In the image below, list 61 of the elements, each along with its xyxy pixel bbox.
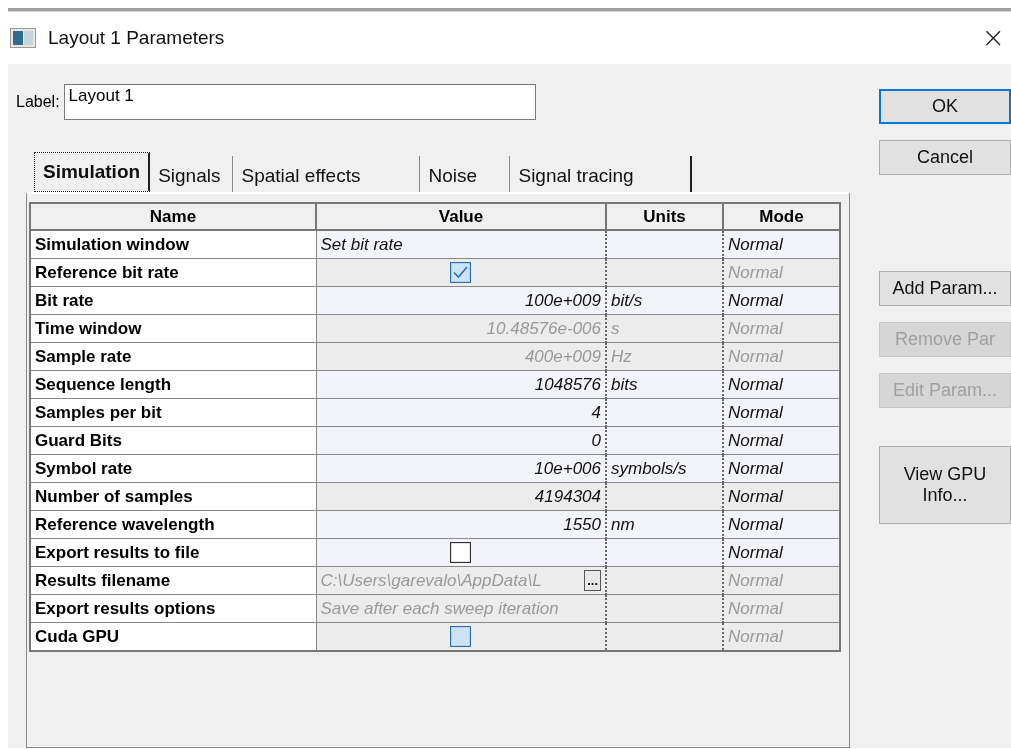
window-icon <box>10 28 36 48</box>
table-cell: Export results options <box>30 594 316 623</box>
dialog-button[interactable]: View GPU Info... <box>879 446 1011 524</box>
table-cell: Cuda GPU <box>30 622 316 651</box>
path-text: C:\Users\garevalo\AppData\L <box>320 570 542 591</box>
value-cell[interactable]: 1048576 <box>316 370 606 399</box>
value-cell[interactable]: 4194304 <box>316 482 606 511</box>
label-field[interactable]: Layout 1 <box>63 84 536 120</box>
table-cell: Normal <box>723 454 840 483</box>
table-cell: Reference bit rate <box>30 258 316 287</box>
table-cell: Export results to file <box>30 538 316 567</box>
table-cell: nm <box>606 510 723 539</box>
table-cell: Normal <box>723 342 840 371</box>
table-cell: Results filename <box>30 566 316 595</box>
column-header: Name <box>30 203 316 230</box>
table-cell: Normal <box>723 426 840 455</box>
table-cell: bit/s <box>606 286 723 315</box>
table-cell: Time window <box>30 314 316 343</box>
window-title: Layout 1 Parameters <box>48 27 225 49</box>
table-cell: bits <box>606 370 723 399</box>
column-header: Mode <box>723 203 840 230</box>
table-cell: s <box>606 314 723 343</box>
table-cell: Normal <box>723 230 840 259</box>
table-cell: Normal <box>723 370 840 399</box>
table-cell: Normal <box>723 538 840 567</box>
table-cell: Sample rate <box>30 342 316 371</box>
value-cell[interactable]: Set bit rate <box>316 230 606 259</box>
checkbox-cell[interactable] <box>316 538 606 567</box>
table-cell: Sequence length <box>30 370 316 399</box>
table-cell: Normal <box>723 286 840 315</box>
checkbox[interactable] <box>450 542 472 563</box>
close-button[interactable]: × <box>975 24 1011 52</box>
value-cell[interactable]: 1550 <box>316 510 606 539</box>
dialog-button[interactable]: Add Param... <box>879 271 1011 306</box>
table-cell: Normal <box>723 594 840 623</box>
table-cell: Number of samples <box>30 482 316 511</box>
table-cell: Samples per bit <box>30 398 316 427</box>
column-header: Value <box>316 203 606 230</box>
table-cell: Bit rate <box>30 286 316 315</box>
table-cell: Guard Bits <box>30 426 316 455</box>
column-header: Units <box>606 203 723 230</box>
table-cell: Hz <box>606 342 723 371</box>
value-cell[interactable]: 4 <box>316 398 606 427</box>
table-cell: Simulation window <box>30 230 316 259</box>
dialog-button[interactable]: Cancel <box>879 140 1011 175</box>
table-cell: Reference wavelength <box>30 510 316 539</box>
dialog-button[interactable]: OK <box>879 89 1011 124</box>
table-cell: Symbol rate <box>30 454 316 483</box>
tab[interactable]: Simulation <box>34 152 151 192</box>
table-cell: Normal <box>723 622 840 651</box>
table-cell: Normal <box>723 314 840 343</box>
value-cell[interactable]: 0 <box>316 426 606 455</box>
table-cell: Normal <box>723 510 840 539</box>
table-cell: Normal <box>723 258 840 287</box>
value-cell[interactable]: 10e+006 <box>316 454 606 483</box>
table-cell: Normal <box>723 566 840 595</box>
table-cell: symbols/s <box>606 454 723 483</box>
table-cell: Normal <box>723 482 840 511</box>
table-cell: Normal <box>723 398 840 427</box>
value-cell[interactable]: 100e+009 <box>316 286 606 315</box>
label-caption: Label: <box>16 93 60 111</box>
